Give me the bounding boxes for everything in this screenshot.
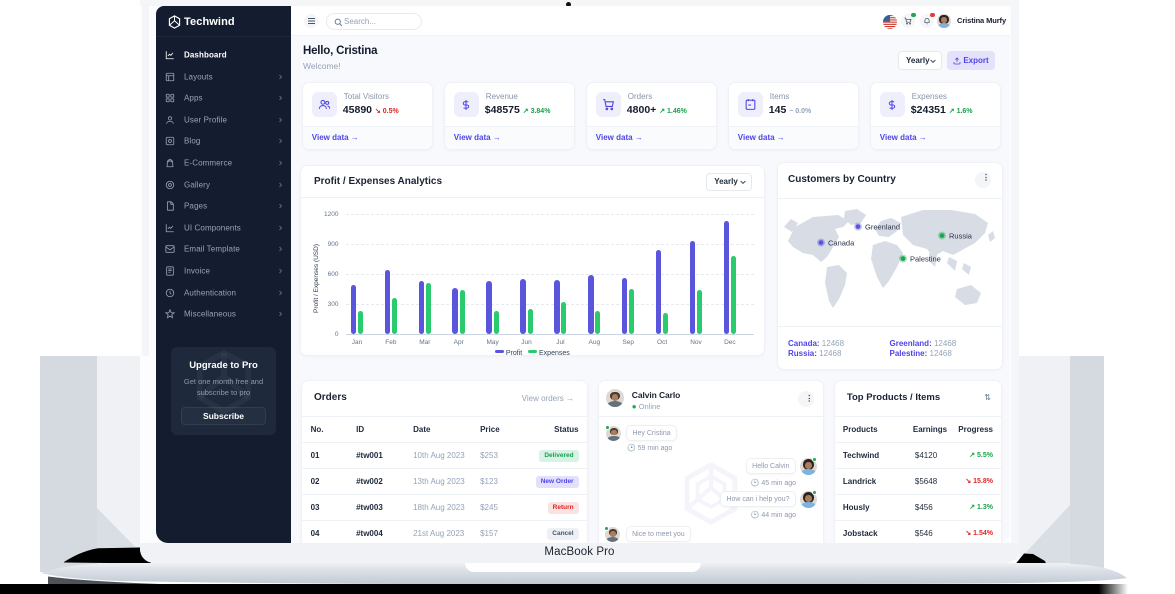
svg-text:Greenland: Greenland — [865, 223, 900, 232]
svg-text:Canada: Canada — [828, 239, 855, 248]
svg-text:Palestine: Palestine — [910, 255, 941, 264]
svg-text:Russia: Russia — [949, 232, 973, 241]
